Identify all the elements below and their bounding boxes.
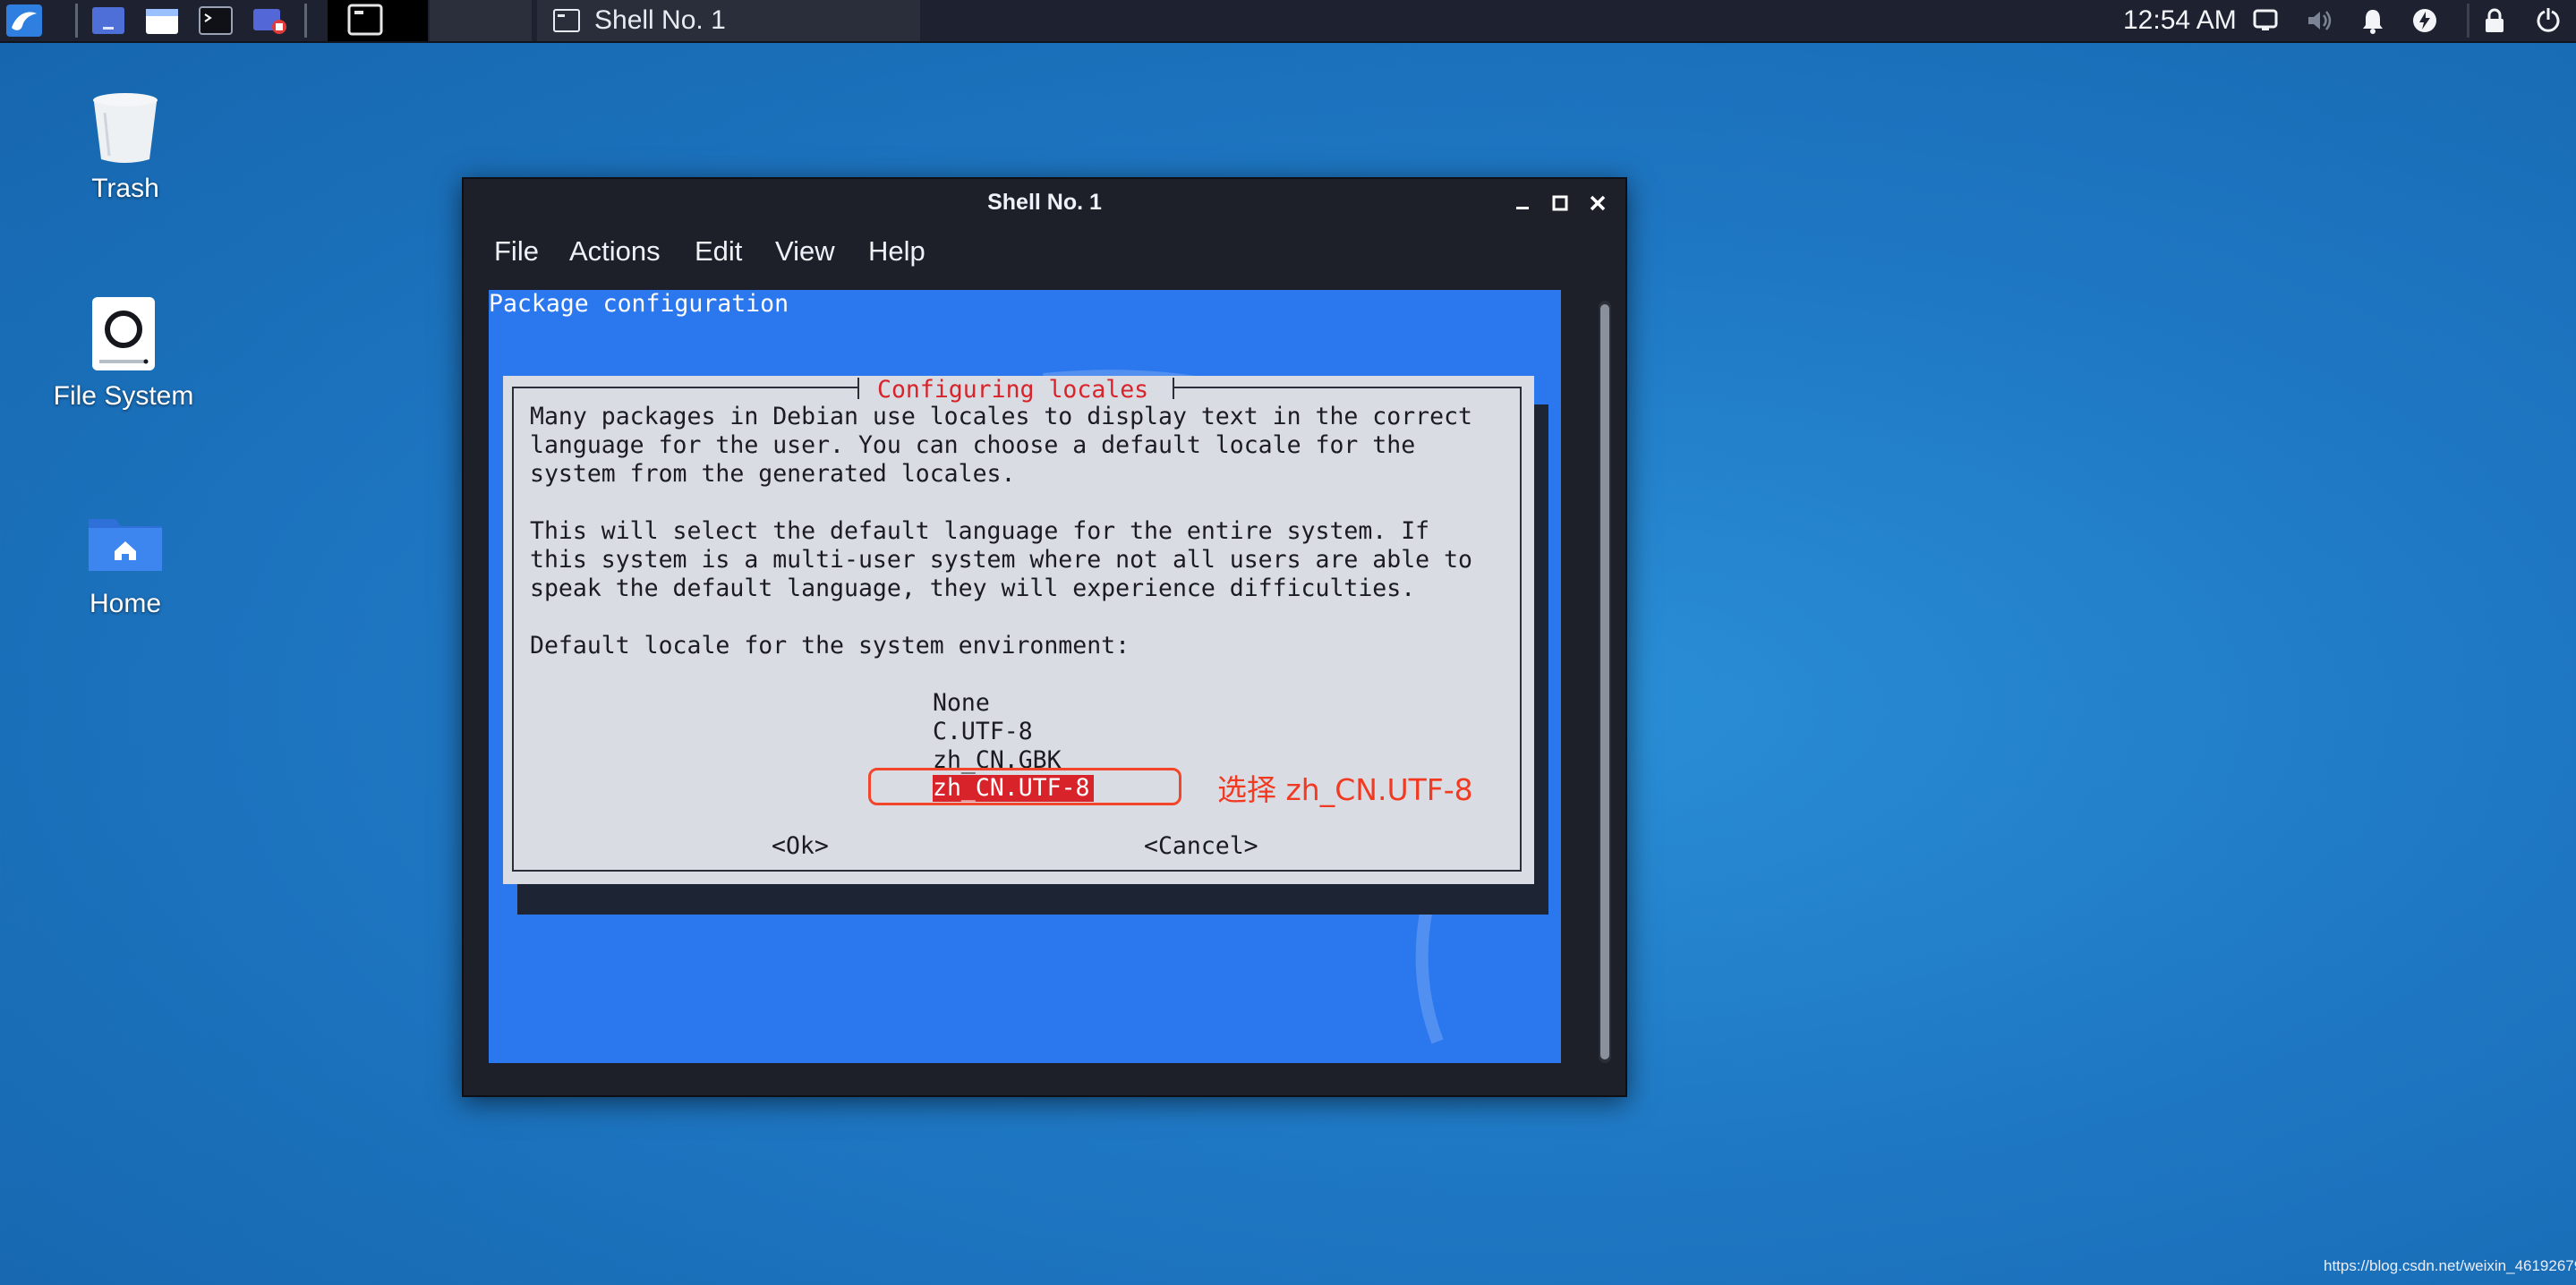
terminal-window[interactable]: Shell No. 1 File Actions Edit View Help … [462,177,1627,1097]
dialog-paragraph1-line2: language for the user. You can choose a … [530,431,1416,459]
desktop-icon-trash[interactable]: Trash [36,86,215,204]
home-folder-icon [85,501,166,582]
dialog-paragraph1-line1: Many packages in Debian use locales to d… [530,403,1472,430]
menu-file[interactable]: File [494,226,539,277]
menu-actions[interactable]: Actions [569,226,661,277]
logout-icon[interactable] [2533,5,2563,36]
workspace-2[interactable] [430,0,532,41]
watermark: https://blog.csdn.net/weixin_46192679 [2324,1257,2576,1274]
desktop-icon-label: File System [53,381,194,411]
taskbar-separator [304,4,307,38]
dialog-paragraph2-line3: speak the default language, they will ex… [530,574,1416,602]
power-manager-icon[interactable] [2410,5,2440,36]
drive-icon [83,294,164,374]
annotation-text: 选择 zh_CN.UTF-8 [1217,772,1473,807]
cancel-button[interactable]: <Cancel> [1144,832,1258,861]
menu-view[interactable]: View [775,226,835,277]
trash-icon [85,86,166,166]
menu-edit[interactable]: Edit [695,226,742,277]
dialog-title-bar: Configuring locales [857,376,1174,406]
menubar: File Actions Edit View Help [464,226,1625,277]
workspace-1[interactable] [328,0,428,41]
desktop-icon-label: Trash [91,174,159,203]
kali-menu-icon[interactable] [5,4,43,38]
show-desktop-icon[interactable] [90,4,127,38]
taskbar-window-button[interactable]: Shell No. 1 [537,0,920,41]
dialog-paragraph2-line2: this system is a multi-user system where… [530,546,1472,574]
maximize-button[interactable] [1547,190,1574,217]
display-icon[interactable] [2250,5,2281,36]
terminal-area[interactable]: Package configuration Configuring locale… [489,290,1561,1063]
file-manager-icon[interactable] [143,4,181,38]
package-configuration-header: Package configuration [489,290,789,318]
close-button[interactable] [1584,190,1611,217]
lock-screen-icon[interactable] [2479,5,2510,36]
clock[interactable]: 12:54 AM [2123,0,2237,41]
minimize-button[interactable] [1509,190,1536,217]
desktop-icon-home[interactable]: Home [36,501,215,619]
notification-bell-icon[interactable] [2358,5,2388,36]
terminal-icon [553,9,580,32]
taskbar-window-title: Shell No. 1 [594,5,726,35]
desktop-icon-file-system[interactable]: File System [34,294,213,412]
volume-icon[interactable] [2304,5,2334,36]
locale-option[interactable]: C.UTF-8 [933,718,1033,746]
terminal-launcher-icon[interactable] [197,4,235,38]
taskbar: Shell No. 1 12:54 AM [0,0,2576,43]
dialog-prompt: Default locale for the system environmen… [530,632,1130,660]
dialog-paragraph1-line3: system from the generated locales. [530,460,1016,488]
taskbar-separator [75,4,78,38]
ok-button[interactable]: <Ok> [772,832,829,861]
window-title: Shell No. 1 [987,190,1102,215]
window-titlebar[interactable]: Shell No. 1 [464,179,1625,226]
scrollbar-thumb[interactable] [1600,304,1609,1059]
taskbar-separator [2467,4,2469,38]
menu-help[interactable]: Help [868,226,925,277]
dialog-paragraph2-line1: This will select the default language fo… [530,517,1430,545]
desktop-icon-label: Home [89,589,162,618]
locale-option[interactable]: None [933,689,990,718]
annotation-highlight-box [868,768,1181,805]
dialog-title: Configuring locales [877,376,1149,404]
screen-recorder-icon[interactable] [251,4,288,38]
